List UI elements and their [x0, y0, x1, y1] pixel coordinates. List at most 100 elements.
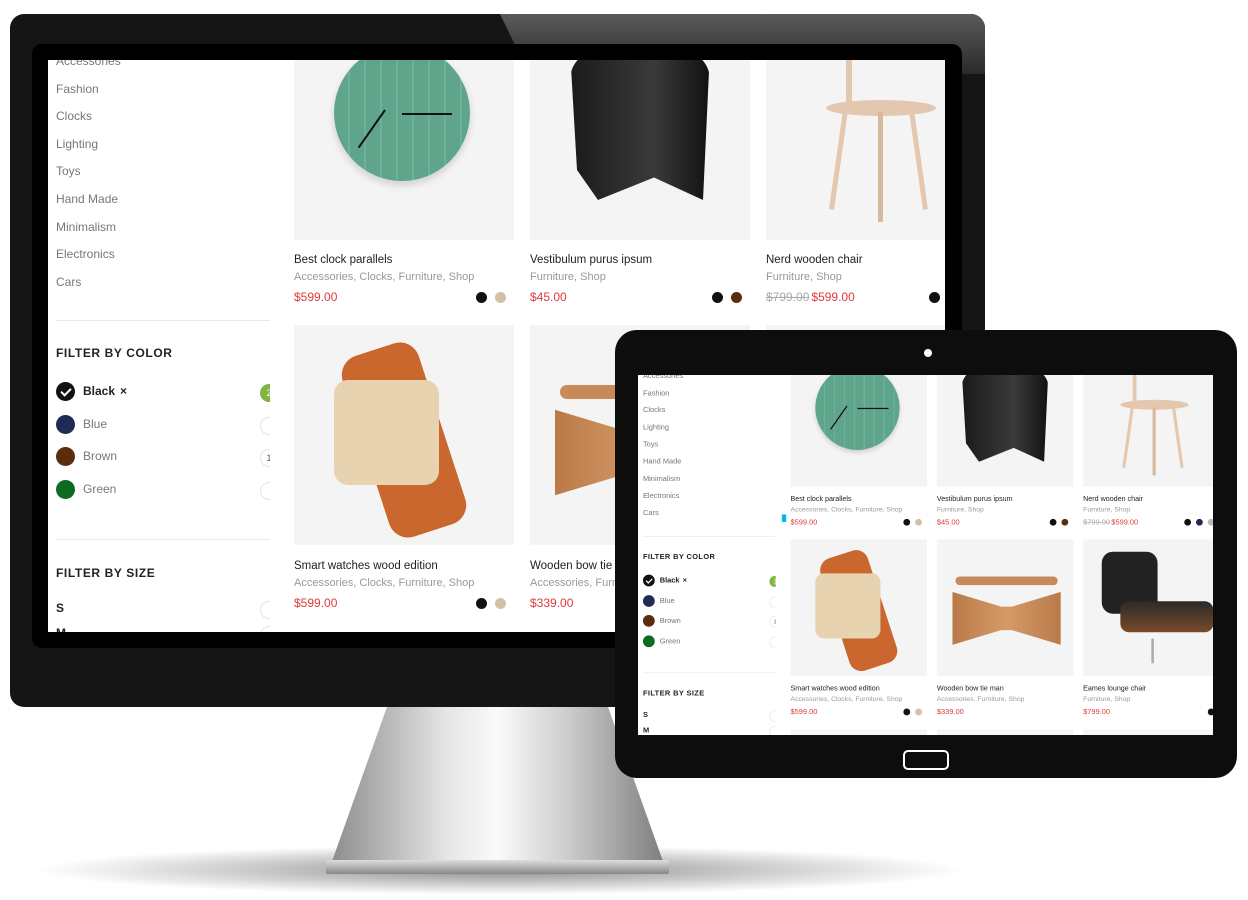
sidebar-category-hand-made[interactable]: Hand Made [56, 192, 118, 206]
sidebar-category-cars[interactable]: Cars [56, 275, 81, 289]
product-card[interactable]: Wooden bow tie man Accessories, Furniture… [936, 539, 1074, 716]
color-filter-brown[interactable]: Brown 1 [642, 614, 776, 629]
product-color-swatch[interactable] [1207, 518, 1213, 526]
product-image-clock[interactable] [294, 60, 514, 240]
product-card[interactable]: Nerd wooden chair Furniture, Shop $799.00$… [766, 60, 945, 310]
clock-hand [857, 407, 889, 410]
check-icon [645, 576, 653, 584]
product-image-watch[interactable] [294, 325, 514, 545]
sidebar-category-accessories[interactable]: Accessories [56, 60, 121, 68]
product-title[interactable]: Best clock parallels [791, 495, 852, 502]
product-image-lounge[interactable] [1083, 539, 1213, 676]
sidebar-category-lighting[interactable]: Lighting [56, 137, 98, 151]
sidebar-category-accessories[interactable]: Accessories [643, 375, 683, 380]
sidebar-category-electronics[interactable]: Electronics [643, 491, 679, 500]
sidebar-category-lighting[interactable]: Lighting [643, 423, 669, 432]
product-current-price: $799.00 [1083, 707, 1111, 716]
sidebar-category-clocks[interactable]: Clocks [643, 405, 665, 414]
color-filter-name: Brown [83, 449, 118, 463]
filter-by-size-title: FILTER BY SIZE [56, 566, 156, 580]
tablet-home-button[interactable] [903, 750, 949, 770]
product-color-swatch[interactable] [1196, 518, 1203, 526]
product-image-stool[interactable] [936, 375, 1074, 487]
product-card[interactable]: Vestibulum purus ipsum Furniture, Shop $45… [530, 60, 750, 310]
product-image-watch[interactable] [790, 539, 927, 676]
product-color-swatch[interactable] [903, 518, 911, 526]
tablet-camera [924, 349, 932, 357]
remove-filter-icon[interactable]: × [120, 384, 127, 398]
stool [570, 60, 710, 200]
product-color-swatch[interactable] [903, 708, 911, 716]
size-filter-label: S [56, 601, 65, 615]
color-filter-name: Green [659, 636, 681, 646]
size-filter-s[interactable]: S [56, 601, 270, 621]
product-price: $45.00 [530, 290, 567, 304]
sidebar-category-fashion[interactable]: Fashion [56, 82, 99, 96]
product-categories: Furniture, Shop [936, 505, 984, 514]
product-title[interactable]: Nerd wooden chair [1083, 495, 1143, 502]
product-image-bowtie[interactable] [936, 539, 1074, 676]
remove-filter-icon[interactable]: × [683, 576, 687, 585]
product-color-swatch[interactable] [731, 292, 742, 303]
product-title[interactable]: Vestibulum purus ipsum [937, 495, 1013, 502]
product-price: $599.00 [294, 596, 337, 610]
sidebar-category-minimalism[interactable]: Minimalism [56, 220, 116, 234]
sidebar-category-clocks[interactable]: Clocks [56, 109, 92, 123]
product-title[interactable]: Vestibulum purus ipsum [530, 254, 652, 266]
size-filter-m[interactable]: M [56, 626, 270, 632]
color-filter-label: Blue [83, 417, 107, 431]
size-filter-s[interactable]: S [643, 710, 776, 722]
sidebar-category-electronics[interactable]: Electronics [56, 247, 115, 261]
color-filter-green[interactable]: Green [642, 635, 776, 649]
product-title[interactable]: Nerd wooden chair [766, 254, 863, 266]
product-title[interactable]: Smart watches wood edition [294, 560, 438, 572]
product-card[interactable]: Best clock parallels Accessories, Clocks,… [790, 375, 927, 530]
product-title[interactable]: Eames lounge chair [1083, 685, 1146, 692]
product-title[interactable]: Wooden bow tie man [937, 685, 1004, 692]
product-color-swatch[interactable] [495, 292, 506, 303]
color-filter-brown[interactable]: Brown 1 [56, 447, 270, 469]
product-image-chair[interactable] [766, 60, 945, 240]
product-color-swatch[interactable] [1061, 518, 1069, 526]
product-color-swatch[interactable] [1207, 708, 1213, 716]
sidebar-category-toys[interactable]: Toys [643, 440, 658, 449]
product-color-swatch[interactable] [476, 598, 487, 609]
color-filter-blue[interactable]: Blue [56, 414, 270, 437]
sidebar-category-hand-made[interactable]: Hand Made [643, 457, 681, 466]
color-filter-black[interactable]: Black×2 [56, 382, 270, 404]
product-color-swatch[interactable] [1184, 518, 1192, 526]
color-filter-label: Black × [660, 576, 687, 585]
product-card[interactable]: Eames lounge chair Furniture, Shop $799.00 [1083, 539, 1213, 716]
product-color-swatch[interactable] [1049, 518, 1057, 526]
sidebar-category-fashion[interactable]: Fashion [643, 388, 669, 397]
sidebar-category-toys[interactable]: Toys [56, 164, 81, 178]
product-card[interactable]: Best clock parallels Accessories, Clocks,… [294, 60, 514, 310]
product-title[interactable]: Best clock parallels [294, 254, 392, 266]
bowtie [952, 591, 1061, 645]
product-card[interactable]: Nerd wooden chair Furniture, Shop $799.00$… [1083, 375, 1213, 530]
product-color-swatch[interactable] [712, 292, 723, 303]
product-color-swatch[interactable] [476, 292, 487, 303]
product-image-chair[interactable] [1083, 375, 1213, 487]
product-color-swatch[interactable] [495, 598, 506, 609]
sidebar-category-minimalism[interactable]: Minimalism [643, 474, 680, 483]
product-color-swatch[interactable] [929, 292, 940, 303]
size-filter-m[interactable]: M [643, 725, 776, 735]
product-color-swatch[interactable] [915, 518, 922, 526]
product-image-clock[interactable] [790, 375, 927, 487]
lounge-base [1151, 638, 1154, 664]
product-current-price: $339.00 [530, 596, 574, 610]
product-title[interactable]: Smart watches wood edition [791, 685, 880, 692]
product-image-stool[interactable] [530, 60, 750, 240]
product-card[interactable]: Vestibulum purus ipsum Furniture, Shop $45… [936, 375, 1074, 530]
color-filter-blue[interactable]: Blue [642, 594, 776, 609]
sidebar-category-cars[interactable]: Cars [643, 508, 659, 517]
product-card[interactable]: Smart watches wood edition Accessories, C… [294, 325, 514, 610]
product-card[interactable]: Smart watches wood edition Accessories, C… [790, 539, 927, 716]
color-filter-black[interactable]: Black×2 [642, 574, 776, 589]
chair-leg [909, 110, 928, 210]
color-filter-green[interactable]: Green [56, 479, 270, 502]
product-old-price: $799.00 [766, 290, 810, 304]
chair-leg [829, 110, 848, 210]
product-color-swatch[interactable] [915, 708, 922, 716]
